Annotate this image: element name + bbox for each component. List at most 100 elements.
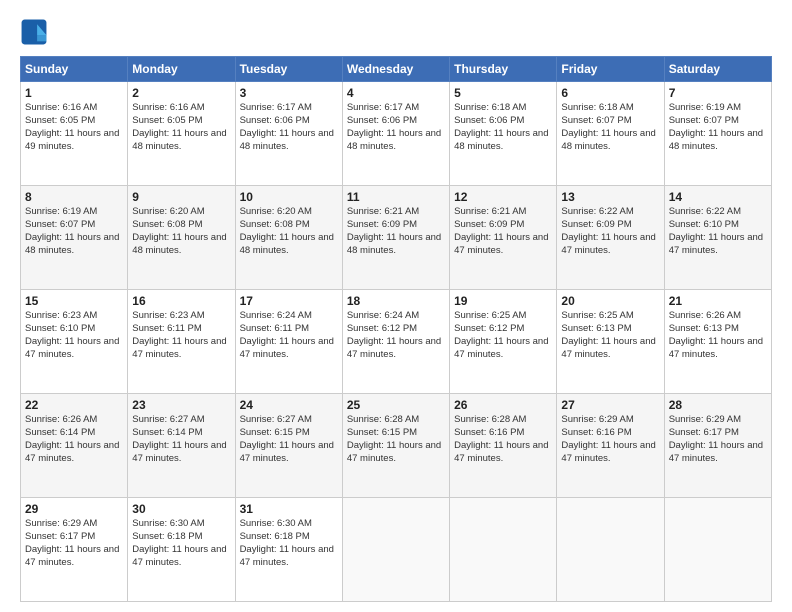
sunrise: Sunrise: 6:29 AM <box>561 414 633 425</box>
daylight: Daylight: 11 hours and 47 minutes. <box>240 336 334 360</box>
calendar-cell: 22Sunrise: 6:26 AMSunset: 6:14 PMDayligh… <box>21 394 128 498</box>
daylight: Daylight: 11 hours and 47 minutes. <box>669 440 763 464</box>
sunset: Sunset: 6:18 PM <box>132 531 202 542</box>
day-number: 21 <box>669 293 767 309</box>
sunset: Sunset: 6:16 PM <box>561 427 631 438</box>
daylight: Daylight: 11 hours and 48 minutes. <box>240 232 334 256</box>
calendar-cell: 18Sunrise: 6:24 AMSunset: 6:12 PMDayligh… <box>342 290 449 394</box>
calendar-cell <box>557 498 664 602</box>
sunrise: Sunrise: 6:22 AM <box>561 206 633 217</box>
week-row-5: 29Sunrise: 6:29 AMSunset: 6:17 PMDayligh… <box>21 498 772 602</box>
col-header-friday: Friday <box>557 57 664 82</box>
sunset: Sunset: 6:09 PM <box>347 219 417 230</box>
week-row-1: 1Sunrise: 6:16 AMSunset: 6:05 PMDaylight… <box>21 82 772 186</box>
sunrise: Sunrise: 6:17 AM <box>347 102 419 113</box>
header-row: SundayMondayTuesdayWednesdayThursdayFrid… <box>21 57 772 82</box>
sunrise: Sunrise: 6:27 AM <box>240 414 312 425</box>
week-row-3: 15Sunrise: 6:23 AMSunset: 6:10 PMDayligh… <box>21 290 772 394</box>
sunrise: Sunrise: 6:20 AM <box>132 206 204 217</box>
day-number: 1 <box>25 85 123 101</box>
daylight: Daylight: 11 hours and 47 minutes. <box>240 440 334 464</box>
sunset: Sunset: 6:08 PM <box>132 219 202 230</box>
page: SundayMondayTuesdayWednesdayThursdayFrid… <box>0 0 792 612</box>
calendar-cell: 28Sunrise: 6:29 AMSunset: 6:17 PMDayligh… <box>664 394 771 498</box>
sunrise: Sunrise: 6:19 AM <box>25 206 97 217</box>
sunrise: Sunrise: 6:21 AM <box>454 206 526 217</box>
sunrise: Sunrise: 6:30 AM <box>240 518 312 529</box>
daylight: Daylight: 11 hours and 48 minutes. <box>240 128 334 152</box>
sunset: Sunset: 6:13 PM <box>561 323 631 334</box>
calendar-cell: 15Sunrise: 6:23 AM Sunset: 6:10 PM Dayligh… <box>21 290 128 394</box>
day-number: 19 <box>454 293 552 309</box>
calendar-cell: 12Sunrise: 6:21 AMSunset: 6:09 PMDayligh… <box>450 186 557 290</box>
day-number: 23 <box>132 397 230 413</box>
sunset: Sunset: 6:10 PM <box>25 323 95 334</box>
day-number: 15 <box>25 293 123 309</box>
calendar-cell: 9Sunrise: 6:20 AMSunset: 6:08 PMDaylight… <box>128 186 235 290</box>
calendar-cell: 23Sunrise: 6:27 AMSunset: 6:14 PMDayligh… <box>128 394 235 498</box>
calendar-cell: 29Sunrise: 6:29 AMSunset: 6:17 PMDayligh… <box>21 498 128 602</box>
calendar-cell: 11Sunrise: 6:21 AMSunset: 6:09 PMDayligh… <box>342 186 449 290</box>
calendar-cell: 20Sunrise: 6:25 AMSunset: 6:13 PMDayligh… <box>557 290 664 394</box>
daylight: Daylight: 11 hours and 47 minutes. <box>25 440 119 464</box>
daylight: Daylight: 11 hours and 47 minutes. <box>25 336 119 360</box>
sunrise: Sunrise: 6:18 AM <box>561 102 633 113</box>
sunset: Sunset: 6:08 PM <box>240 219 310 230</box>
day-number: 10 <box>240 189 338 205</box>
daylight: Daylight: 11 hours and 47 minutes. <box>132 440 226 464</box>
sunset: Sunset: 6:14 PM <box>132 427 202 438</box>
calendar-table: SundayMondayTuesdayWednesdayThursdayFrid… <box>20 56 772 602</box>
sunset: Sunset: 6:15 PM <box>240 427 310 438</box>
sunset: Sunset: 6:07 PM <box>669 115 739 126</box>
sunset: Sunset: 6:10 PM <box>669 219 739 230</box>
sunset: Sunset: 6:16 PM <box>454 427 524 438</box>
calendar-cell: 14Sunrise: 6:22 AMSunset: 6:10 PMDayligh… <box>664 186 771 290</box>
sunrise: Sunrise: 6:23 AM <box>25 310 97 321</box>
sunrise: Sunrise: 6:24 AM <box>347 310 419 321</box>
daylight: Daylight: 11 hours and 47 minutes. <box>132 336 226 360</box>
sunset: Sunset: 6:12 PM <box>347 323 417 334</box>
day-number: 3 <box>240 85 338 101</box>
sunrise: Sunrise: 6:29 AM <box>25 518 97 529</box>
day-number: 14 <box>669 189 767 205</box>
week-row-2: 8Sunrise: 6:19 AMSunset: 6:07 PMDaylight… <box>21 186 772 290</box>
calendar-cell: 6Sunrise: 6:18 AMSunset: 6:07 PMDaylight… <box>557 82 664 186</box>
sunset: Sunset: 6:06 PM <box>347 115 417 126</box>
calendar-cell: 25Sunrise: 6:28 AMSunset: 6:15 PMDayligh… <box>342 394 449 498</box>
daylight: Daylight: 11 hours and 48 minutes. <box>454 128 548 152</box>
sunrise: Sunrise: 6:29 AM <box>669 414 741 425</box>
daylight: Daylight: 11 hours and 47 minutes. <box>454 336 548 360</box>
sunrise: Sunrise: 6:25 AM <box>561 310 633 321</box>
sunset: Sunset: 6:06 PM <box>454 115 524 126</box>
sunset: Sunset: 6:13 PM <box>669 323 739 334</box>
daylight: Daylight: 11 hours and 48 minutes. <box>25 232 119 256</box>
day-number: 2 <box>132 85 230 101</box>
calendar-cell: 16Sunrise: 6:23 AMSunset: 6:11 PMDayligh… <box>128 290 235 394</box>
calendar-cell: 7Sunrise: 6:19 AMSunset: 6:07 PMDaylight… <box>664 82 771 186</box>
sunset: Sunset: 6:17 PM <box>669 427 739 438</box>
col-header-thursday: Thursday <box>450 57 557 82</box>
sunset: Sunset: 6:12 PM <box>454 323 524 334</box>
day-number: 12 <box>454 189 552 205</box>
calendar-cell: 5Sunrise: 6:18 AMSunset: 6:06 PMDaylight… <box>450 82 557 186</box>
sunrise: Sunrise: 6:25 AM <box>454 310 526 321</box>
daylight: Daylight: 11 hours and 48 minutes. <box>132 232 226 256</box>
daylight: Daylight: 11 hours and 48 minutes. <box>561 128 655 152</box>
daylight: Daylight: 11 hours and 49 minutes. <box>25 128 119 152</box>
sunrise: Sunrise: 6:26 AM <box>669 310 741 321</box>
daylight: Daylight: 11 hours and 48 minutes. <box>347 128 441 152</box>
sunset: Sunset: 6:06 PM <box>240 115 310 126</box>
col-header-monday: Monday <box>128 57 235 82</box>
day-number: 26 <box>454 397 552 413</box>
sunrise: Sunrise: 6:23 AM <box>132 310 204 321</box>
calendar-cell: 24Sunrise: 6:27 AMSunset: 6:15 PMDayligh… <box>235 394 342 498</box>
col-header-saturday: Saturday <box>664 57 771 82</box>
day-number: 27 <box>561 397 659 413</box>
daylight: Daylight: 11 hours and 47 minutes. <box>240 544 334 568</box>
daylight: Daylight: 11 hours and 47 minutes. <box>669 336 763 360</box>
calendar-cell: 10Sunrise: 6:20 AMSunset: 6:08 PMDayligh… <box>235 186 342 290</box>
calendar-cell: 21Sunrise: 6:26 AM Sunset: 6:13 PM Dayligh… <box>664 290 771 394</box>
calendar-cell: 26Sunrise: 6:28 AMSunset: 6:16 PMDayligh… <box>450 394 557 498</box>
day-number: 7 <box>669 85 767 101</box>
sunrise: Sunrise: 6:22 AM <box>669 206 741 217</box>
